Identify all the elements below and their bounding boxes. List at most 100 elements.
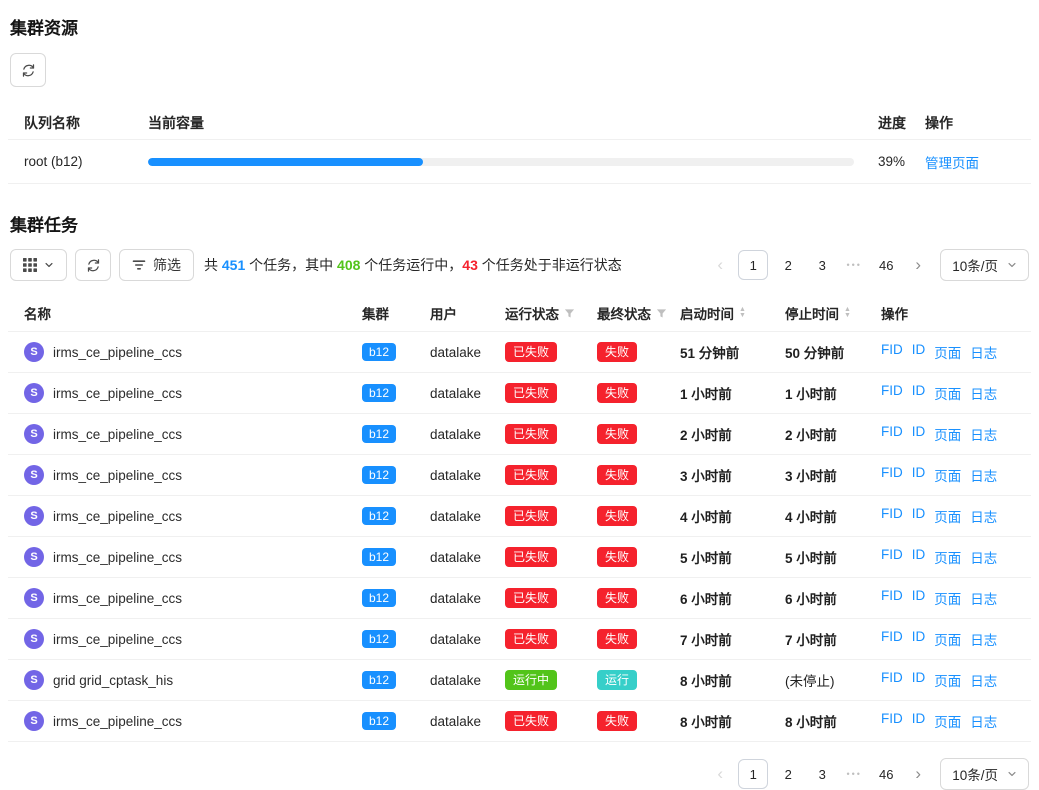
task-name-cell: S irms_ce_pipeline_ccs [24, 629, 362, 649]
task-name-cell: S irms_ce_pipeline_ccs [24, 588, 362, 608]
col-user: 用户 [430, 303, 505, 323]
id-link[interactable]: ID [912, 588, 926, 608]
page-link[interactable]: 页面 [934, 711, 961, 731]
fid-link[interactable]: FID [881, 629, 903, 649]
row-actions: FID ID 页面 日志 [881, 383, 1015, 403]
log-link[interactable]: 日志 [970, 711, 997, 731]
col-final-status[interactable]: 最终状态 [597, 303, 680, 323]
filter-funnel-icon[interactable] [656, 308, 667, 319]
log-link[interactable]: 日志 [970, 383, 997, 403]
page-link[interactable]: 页面 [934, 670, 961, 690]
prev-page-button[interactable]: ‹ [708, 251, 732, 279]
log-link[interactable]: 日志 [970, 670, 997, 690]
task-name-cell: S irms_ce_pipeline_ccs [24, 547, 362, 567]
page-button-2[interactable]: 2 [774, 760, 802, 788]
prev-page-button[interactable]: ‹ [708, 760, 732, 788]
id-link[interactable]: ID [912, 547, 926, 567]
task-name-cell: S grid grid_cptask_his [24, 670, 362, 690]
id-link[interactable]: ID [912, 383, 926, 403]
avatar: S [24, 383, 44, 403]
progress-percent: 39% [878, 154, 925, 169]
fid-link[interactable]: FID [881, 711, 903, 731]
page-link[interactable]: 页面 [934, 588, 961, 608]
log-link[interactable]: 日志 [970, 506, 997, 526]
sort-icon[interactable]: ▲▼ [739, 307, 746, 318]
page-button-3[interactable]: 3 [808, 251, 836, 279]
id-link[interactable]: ID [912, 506, 926, 526]
page-button-3[interactable]: 3 [808, 760, 836, 788]
summary-text: 个任务运行中， [360, 257, 462, 273]
fid-link[interactable]: FID [881, 670, 903, 690]
page-size-value: 10条/页 [952, 255, 998, 275]
fid-link[interactable]: FID [881, 342, 903, 362]
fid-link[interactable]: FID [881, 465, 903, 485]
fid-link[interactable]: FID [881, 506, 903, 526]
page-link[interactable]: 页面 [934, 383, 961, 403]
resources-refresh-button[interactable] [10, 53, 46, 87]
grid-icon [23, 258, 37, 272]
cluster-badge: b12 [362, 589, 396, 607]
col-run-status[interactable]: 运行状态 [505, 303, 597, 323]
page-button-1[interactable]: 1 [738, 250, 768, 280]
log-link[interactable]: 日志 [970, 342, 997, 362]
task-name: irms_ce_pipeline_ccs [53, 468, 182, 483]
task-name-cell: S irms_ce_pipeline_ccs [24, 711, 362, 731]
task-user: datalake [430, 509, 505, 524]
page-link[interactable]: 页面 [934, 465, 961, 485]
id-link[interactable]: ID [912, 465, 926, 485]
page-size-select[interactable]: 10条/页 [940, 758, 1029, 790]
filter-lines-icon [132, 258, 146, 272]
page-button-last[interactable]: 46 [872, 760, 900, 788]
id-link[interactable]: ID [912, 629, 926, 649]
page-link[interactable]: 页面 [934, 547, 961, 567]
fid-link[interactable]: FID [881, 547, 903, 567]
page-link[interactable]: 页面 [934, 424, 961, 444]
page-link[interactable]: 页面 [934, 342, 961, 362]
fid-link[interactable]: FID [881, 383, 903, 403]
start-time: 2 小时前 [680, 424, 785, 444]
stop-time: 7 小时前 [785, 629, 881, 649]
column-settings-button[interactable] [10, 249, 67, 281]
id-link[interactable]: ID [912, 424, 926, 444]
fid-link[interactable]: FID [881, 424, 903, 444]
page-ellipsis[interactable]: ••• [842, 260, 866, 270]
col-stop-time[interactable]: 停止时间 ▲▼ [785, 303, 881, 323]
capacity-progress-bar [148, 158, 854, 166]
log-link[interactable]: 日志 [970, 588, 997, 608]
page-link[interactable]: 页面 [934, 506, 961, 526]
page-link[interactable]: 页面 [934, 629, 961, 649]
task-name: irms_ce_pipeline_ccs [53, 386, 182, 401]
id-link[interactable]: ID [912, 342, 926, 362]
filter-funnel-icon[interactable] [564, 308, 575, 319]
page-button-1[interactable]: 1 [738, 759, 768, 789]
capacity-progress-fill [148, 158, 423, 166]
log-link[interactable]: 日志 [970, 465, 997, 485]
table-row: S irms_ce_pipeline_ccs b12 datalake 已失败 … [8, 701, 1031, 742]
manage-page-link[interactable]: 管理页面 [925, 156, 979, 171]
id-link[interactable]: ID [912, 711, 926, 731]
chevron-down-icon [1007, 260, 1017, 270]
queue-name: root (b12) [24, 154, 148, 169]
col-progress: 进度 [878, 113, 925, 133]
id-link[interactable]: ID [912, 670, 926, 690]
tasks-refresh-button[interactable] [75, 249, 111, 281]
page-ellipsis[interactable]: ••• [842, 769, 866, 779]
avatar: S [24, 670, 44, 690]
page-button-last[interactable]: 46 [872, 251, 900, 279]
filter-button[interactable]: 筛选 [119, 249, 194, 281]
log-link[interactable]: 日志 [970, 547, 997, 567]
fid-link[interactable]: FID [881, 588, 903, 608]
refresh-icon [86, 258, 101, 273]
log-link[interactable]: 日志 [970, 424, 997, 444]
task-name-cell: S irms_ce_pipeline_ccs [24, 506, 362, 526]
final-status-badge: 失败 [597, 629, 637, 649]
col-name: 名称 [24, 303, 362, 323]
col-start-time[interactable]: 启动时间 ▲▼ [680, 303, 785, 323]
log-link[interactable]: 日志 [970, 629, 997, 649]
page-size-select[interactable]: 10条/页 [940, 249, 1029, 281]
next-page-button[interactable]: › [906, 760, 930, 788]
next-page-button[interactable]: › [906, 251, 930, 279]
page-button-2[interactable]: 2 [774, 251, 802, 279]
task-user: datalake [430, 591, 505, 606]
sort-icon[interactable]: ▲▼ [844, 307, 851, 318]
